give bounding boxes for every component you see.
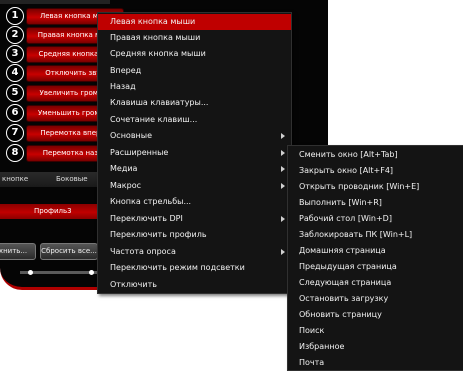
menu-item-advanced[interactable]: Расширенные — [98, 145, 291, 161]
menu-item-middle-click[interactable]: Средняя кнопка мыши — [98, 46, 291, 62]
menu-item-fire-button[interactable]: Кнопка стрельбы... — [98, 194, 291, 210]
menu-item-switch-dpi[interactable]: Переключить DPI — [98, 211, 291, 227]
menu-item-disable[interactable]: Отключить — [98, 277, 291, 293]
submenu-item-search[interactable]: Поиск — [288, 323, 463, 339]
submenu-item-favorites[interactable]: Избранное — [288, 339, 463, 355]
menu-item-forward[interactable]: Вперед — [98, 63, 291, 79]
button-number-badge: 6 — [6, 104, 24, 122]
submenu-item-open-explorer[interactable]: Открыть проводник [Win+E] — [288, 179, 463, 195]
button-type-strip: кнопке Боковые — [0, 172, 110, 187]
button-number-badge: 3 — [6, 45, 24, 63]
submenu-arrow-icon — [281, 249, 285, 255]
submenu-arrow-icon — [281, 150, 285, 156]
side-button-list: 1 Левая кнопка мыш 2 Правая кнопка мыш 3… — [0, 0, 124, 168]
submenu-arrow-icon — [281, 133, 285, 139]
menu-item-key-combo[interactable]: Сочетание клавиш... — [98, 112, 291, 128]
reset-all-button[interactable]: Сбросить все... — [40, 243, 98, 260]
save-button[interactable]: хнить... — [0, 243, 36, 260]
profile-tab[interactable]: Профиль3 — [0, 204, 97, 219]
submenu-arrow-icon — [281, 166, 285, 172]
submenu-item-lock-pc[interactable]: Заблокировать ПК [Win+L] — [288, 227, 463, 243]
button-assign-menu: Левая кнопка мыши Правая кнопка мыши Сре… — [97, 12, 292, 294]
strip-left-label: кнопке — [2, 175, 29, 183]
menu-item-media[interactable]: Медиа — [98, 161, 291, 177]
menu-item-lighting-mode[interactable]: Переключить режим подсветки — [98, 260, 291, 276]
submenu-item-refresh-page[interactable]: Обновить страницу — [288, 307, 463, 323]
submenu-item-previous-page[interactable]: Предыдущая страница — [288, 259, 463, 275]
menu-item-back[interactable]: Назад — [98, 79, 291, 95]
menu-item-left-click[interactable]: Левая кнопка мыши — [98, 14, 291, 30]
button-number-badge: 4 — [6, 64, 24, 82]
button-number-badge: 7 — [6, 124, 24, 142]
menu-item-polling-rate[interactable]: Частота опроса — [98, 244, 291, 260]
submenu-arrow-icon — [281, 183, 285, 189]
slider-knob[interactable] — [28, 270, 33, 275]
submenu-item-home-page[interactable]: Домашняя страница — [288, 243, 463, 259]
menu-item-keyboard-key[interactable]: Клавиша клавиатуры... — [98, 95, 291, 111]
menu-item-switch-profile[interactable]: Переключить профиль — [98, 227, 291, 243]
button-number-badge: 2 — [6, 26, 24, 44]
submenu-item-next-page[interactable]: Следующая страница — [288, 275, 463, 291]
button-number-badge: 5 — [6, 84, 24, 102]
menu-item-macro[interactable]: Макрос — [98, 178, 291, 194]
submenu-item-run[interactable]: Выполнить [Win+R] — [288, 195, 463, 211]
submenu-item-close-window[interactable]: Закрыть окно [Alt+F4] — [288, 163, 463, 179]
strip-right-label[interactable]: Боковые — [56, 172, 88, 187]
submenu-item-switch-window[interactable]: Сменить окно [Alt+Tab] — [288, 147, 463, 163]
slider-knob[interactable] — [89, 270, 94, 275]
advanced-submenu: Сменить окно [Alt+Tab] Закрыть окно [Alt… — [287, 145, 463, 371]
submenu-arrow-icon — [281, 216, 285, 222]
profile-label: Профиль3 — [34, 207, 72, 215]
button-number-badge: 1 — [6, 7, 24, 25]
submenu-item-stop-loading[interactable]: Остановить загрузку — [288, 291, 463, 307]
menu-item-basic[interactable]: Основные — [98, 128, 291, 144]
button-number-badge: 8 — [6, 144, 24, 162]
submenu-item-desktop[interactable]: Рабочий стол [Win+D] — [288, 211, 463, 227]
menu-item-right-click[interactable]: Правая кнопка мыши — [98, 30, 291, 46]
